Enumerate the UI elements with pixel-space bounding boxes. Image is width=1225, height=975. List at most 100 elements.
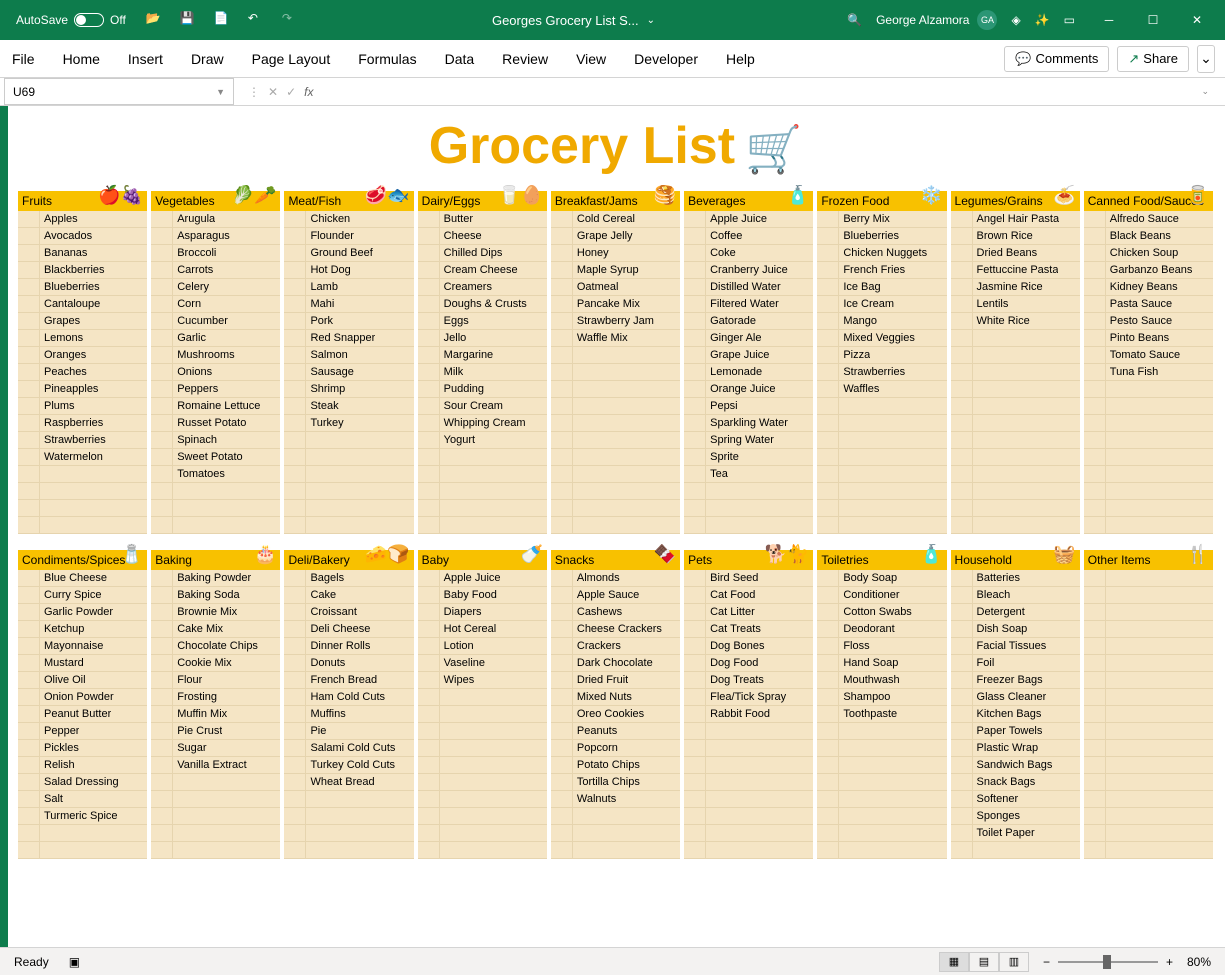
list-item[interactable]: Bananas: [18, 245, 147, 262]
list-item[interactable]: Sprite: [684, 449, 813, 466]
empty-row[interactable]: [817, 415, 946, 432]
item-checkbox[interactable]: [951, 483, 973, 499]
item-checkbox[interactable]: [1084, 842, 1106, 858]
item-checkbox[interactable]: [817, 723, 839, 739]
empty-row[interactable]: [551, 415, 680, 432]
list-item[interactable]: Asparagus: [151, 228, 280, 245]
item-checkbox[interactable]: [684, 604, 706, 620]
empty-row[interactable]: [1084, 381, 1213, 398]
list-item[interactable]: Flounder: [284, 228, 413, 245]
list-item[interactable]: Dog Bones: [684, 638, 813, 655]
empty-cell[interactable]: [839, 808, 843, 824]
item-checkbox[interactable]: [1084, 706, 1106, 722]
empty-cell[interactable]: [573, 364, 577, 380]
empty-cell[interactable]: [306, 466, 310, 482]
item-checkbox[interactable]: [1084, 689, 1106, 705]
list-item[interactable]: Olive Oil: [18, 672, 147, 689]
empty-row[interactable]: [951, 517, 1080, 534]
list-item[interactable]: Lamb: [284, 279, 413, 296]
empty-row[interactable]: [684, 842, 813, 859]
share-dropdown[interactable]: ⌄: [1197, 45, 1215, 73]
empty-cell[interactable]: [40, 483, 44, 499]
empty-cell[interactable]: [573, 466, 577, 482]
item-checkbox[interactable]: [18, 245, 40, 261]
item-checkbox[interactable]: [551, 604, 573, 620]
empty-row[interactable]: [151, 808, 280, 825]
item-checkbox[interactable]: [1084, 296, 1106, 312]
item-checkbox[interactable]: [551, 706, 573, 722]
item-checkbox[interactable]: [151, 791, 173, 807]
item-checkbox[interactable]: [151, 347, 173, 363]
view-normal[interactable]: ▦: [939, 952, 969, 972]
item-checkbox[interactable]: [684, 774, 706, 790]
item-checkbox[interactable]: [551, 757, 573, 773]
list-item[interactable]: Baby Food: [418, 587, 547, 604]
list-item[interactable]: Oranges: [18, 347, 147, 364]
list-item[interactable]: Cranberry Juice: [684, 262, 813, 279]
list-item[interactable]: Hot Cereal: [418, 621, 547, 638]
empty-cell[interactable]: [440, 808, 444, 824]
chevron-down-icon[interactable]: ▼: [216, 87, 225, 97]
item-checkbox[interactable]: [284, 432, 306, 448]
item-checkbox[interactable]: [418, 262, 440, 278]
zoom-in[interactable]: +: [1166, 955, 1173, 969]
empty-cell[interactable]: [440, 483, 444, 499]
empty-row[interactable]: [684, 483, 813, 500]
zoom-out[interactable]: −: [1043, 955, 1050, 969]
item-checkbox[interactable]: [418, 706, 440, 722]
item-checkbox[interactable]: [284, 228, 306, 244]
empty-cell[interactable]: [839, 449, 843, 465]
item-checkbox[interactable]: [951, 587, 973, 603]
list-item[interactable]: French Fries: [817, 262, 946, 279]
list-item[interactable]: Pancake Mix: [551, 296, 680, 313]
list-item[interactable]: Mushrooms: [151, 347, 280, 364]
list-item[interactable]: Mouthwash: [817, 672, 946, 689]
item-checkbox[interactable]: [284, 415, 306, 431]
empty-row[interactable]: [18, 517, 147, 534]
item-checkbox[interactable]: [684, 570, 706, 586]
empty-row[interactable]: [551, 808, 680, 825]
item-checkbox[interactable]: [684, 587, 706, 603]
open-icon[interactable]: 📂: [146, 11, 164, 29]
item-checkbox[interactable]: [418, 825, 440, 841]
item-checkbox[interactable]: [551, 245, 573, 261]
item-checkbox[interactable]: [151, 381, 173, 397]
empty-cell[interactable]: [1106, 587, 1110, 603]
empty-row[interactable]: [284, 500, 413, 517]
item-checkbox[interactable]: [151, 604, 173, 620]
empty-row[interactable]: [18, 500, 147, 517]
item-checkbox[interactable]: [684, 262, 706, 278]
item-checkbox[interactable]: [817, 570, 839, 586]
list-item[interactable]: Onions: [151, 364, 280, 381]
list-item[interactable]: Grape Jelly: [551, 228, 680, 245]
list-item[interactable]: Lemonade: [684, 364, 813, 381]
empty-cell[interactable]: [440, 517, 444, 533]
item-checkbox[interactable]: [418, 655, 440, 671]
item-checkbox[interactable]: [551, 570, 573, 586]
item-checkbox[interactable]: [551, 381, 573, 397]
list-item[interactable]: Cold Cereal: [551, 211, 680, 228]
empty-row[interactable]: [418, 689, 547, 706]
list-item[interactable]: Steak: [284, 398, 413, 415]
list-item[interactable]: Strawberries: [18, 432, 147, 449]
empty-row[interactable]: [1084, 517, 1213, 534]
item-checkbox[interactable]: [18, 415, 40, 431]
empty-cell[interactable]: [1106, 570, 1110, 586]
list-item[interactable]: Eggs: [418, 313, 547, 330]
list-item[interactable]: Sandwich Bags: [951, 757, 1080, 774]
list-item[interactable]: Walnuts: [551, 791, 680, 808]
list-item[interactable]: Cat Litter: [684, 604, 813, 621]
empty-cell[interactable]: [1106, 466, 1110, 482]
item-checkbox[interactable]: [284, 655, 306, 671]
list-item[interactable]: Russet Potato: [151, 415, 280, 432]
list-item[interactable]: Pie Crust: [151, 723, 280, 740]
item-checkbox[interactable]: [951, 415, 973, 431]
list-item[interactable]: Distilled Water: [684, 279, 813, 296]
empty-row[interactable]: [418, 842, 547, 859]
empty-row[interactable]: [284, 432, 413, 449]
empty-cell[interactable]: [440, 825, 444, 841]
item-checkbox[interactable]: [18, 740, 40, 756]
empty-cell[interactable]: [1106, 808, 1110, 824]
item-checkbox[interactable]: [817, 398, 839, 414]
empty-cell[interactable]: [1106, 791, 1110, 807]
